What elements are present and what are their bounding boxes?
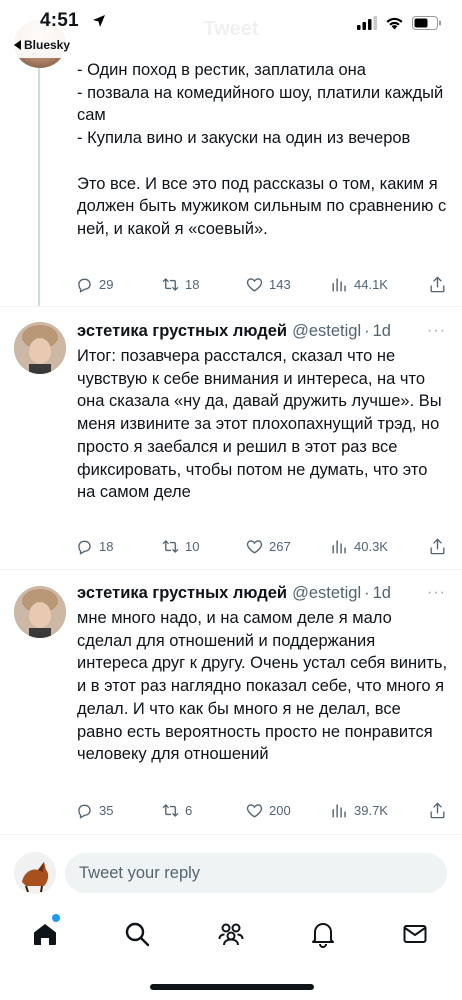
- tweet-header: эстетика грустных людей @estetigl · 1d: [77, 322, 452, 341]
- separator-dot: ·: [364, 322, 370, 340]
- reply-button[interactable]: 35: [75, 801, 113, 820]
- share-icon: [430, 538, 445, 554]
- divider: [0, 569, 462, 570]
- tweet-text: мне много надо, и на самом деле я мало с…: [77, 609, 448, 764]
- tab-notifications[interactable]: [306, 917, 340, 951]
- reply-count: 35: [99, 802, 114, 818]
- retweet-button[interactable]: 18: [161, 275, 199, 294]
- reply-button[interactable]: 18: [75, 537, 113, 556]
- wifi-icon: [386, 17, 403, 30]
- divider: [0, 306, 462, 307]
- share-button[interactable]: [428, 275, 447, 294]
- tab-communities[interactable]: [214, 917, 248, 951]
- retweet-icon: [162, 539, 179, 553]
- views-icon: [332, 539, 346, 554]
- like-icon: [246, 803, 263, 818]
- avatar[interactable]: [14, 586, 66, 638]
- signal-icon: [357, 16, 377, 30]
- tweet-actions: 18 10 267 40.3K: [75, 534, 450, 558]
- more-icon[interactable]: ···: [427, 584, 446, 602]
- views-count: 44.1K: [354, 276, 388, 292]
- views-icon: [332, 803, 346, 818]
- like-icon: [246, 277, 263, 292]
- tweet-time[interactable]: 1d: [373, 322, 391, 341]
- separator-dot: ·: [364, 584, 370, 602]
- reply-button[interactable]: 29: [75, 275, 113, 294]
- retweet-count: 6: [185, 802, 193, 818]
- like-count: 143: [269, 276, 291, 292]
- messages-icon: [403, 925, 427, 943]
- tweet-actions: 29 18 143 44.1K: [75, 272, 450, 296]
- like-button[interactable]: 143: [245, 275, 291, 294]
- tweet-header: эстетика грустных людей @estetigl · 1d: [77, 584, 452, 603]
- more-icon[interactable]: ···: [427, 322, 446, 340]
- views-button[interactable]: 39.7K: [330, 801, 388, 820]
- tweet-time[interactable]: 1d: [373, 584, 391, 603]
- like-button[interactable]: 267: [245, 537, 291, 556]
- status-bar: Tweet 4:51 Bluesky: [0, 0, 462, 58]
- back-triangle-icon: [14, 40, 21, 50]
- reply-icon: [78, 278, 91, 293]
- user-avatar[interactable]: [14, 852, 56, 894]
- like-icon: [246, 539, 263, 554]
- share-button[interactable]: [428, 801, 447, 820]
- avatar-photo: [14, 322, 66, 374]
- home-icon: [34, 924, 56, 945]
- tweet-text: - Один поход в рестик, заплатила она - п…: [77, 61, 447, 238]
- retweet-icon: [162, 803, 179, 817]
- user-avatar-image: [14, 852, 56, 894]
- share-icon: [430, 276, 445, 292]
- author-name[interactable]: эстетика грустных людей: [77, 322, 287, 341]
- author-handle[interactable]: @estetigl: [292, 322, 361, 341]
- status-time: 4:51: [40, 10, 79, 31]
- reply-icon: [78, 540, 91, 555]
- share-button[interactable]: [428, 537, 447, 556]
- views-count: 40.3K: [354, 538, 388, 554]
- tab-home[interactable]: [28, 917, 62, 951]
- tweet-actions: 35 6 200 39.7K: [75, 798, 450, 822]
- status-icons: [357, 16, 442, 30]
- battery-icon: [412, 16, 441, 30]
- share-icon: [430, 802, 445, 818]
- thread-line: [38, 58, 40, 306]
- search-icon: [125, 922, 150, 947]
- author-name[interactable]: эстетика грустных людей: [77, 584, 287, 603]
- avatar[interactable]: [14, 322, 66, 374]
- reply-icon: [78, 804, 91, 819]
- communities-icon: [218, 923, 244, 946]
- home-notification-dot: [52, 914, 60, 922]
- tab-search[interactable]: [120, 917, 154, 951]
- like-count: 267: [269, 538, 291, 554]
- like-count: 200: [269, 802, 291, 818]
- views-button[interactable]: 44.1K: [330, 275, 388, 294]
- reply-input[interactable]: Tweet your reply: [65, 853, 447, 893]
- notifications-icon: [312, 923, 334, 948]
- home-indicator: [150, 984, 314, 990]
- views-icon: [332, 277, 346, 292]
- tweet-text: Итог: позавчера расстался, сказал что не…: [77, 347, 442, 502]
- retweet-icon: [162, 277, 179, 291]
- reply-count: 18: [99, 538, 114, 554]
- divider: [0, 834, 462, 835]
- retweet-button[interactable]: 10: [161, 537, 199, 556]
- like-button[interactable]: 200: [245, 801, 291, 820]
- views-count: 39.7K: [354, 802, 388, 818]
- location-arrow-icon: [93, 15, 105, 27]
- reply-count: 29: [99, 276, 114, 292]
- retweet-count: 10: [185, 538, 200, 554]
- reply-bar: Tweet your reply: [0, 838, 462, 912]
- tab-messages[interactable]: [398, 917, 432, 951]
- avatar-photo: [14, 586, 66, 638]
- retweet-count: 18: [185, 276, 200, 292]
- retweet-button[interactable]: 6: [161, 801, 192, 820]
- views-button[interactable]: 40.3K: [330, 537, 388, 556]
- tab-bar: [0, 912, 462, 1000]
- author-handle[interactable]: @estetigl: [292, 584, 361, 603]
- back-to-app-button[interactable]: Bluesky: [14, 38, 70, 52]
- back-app-label: Bluesky: [24, 38, 71, 52]
